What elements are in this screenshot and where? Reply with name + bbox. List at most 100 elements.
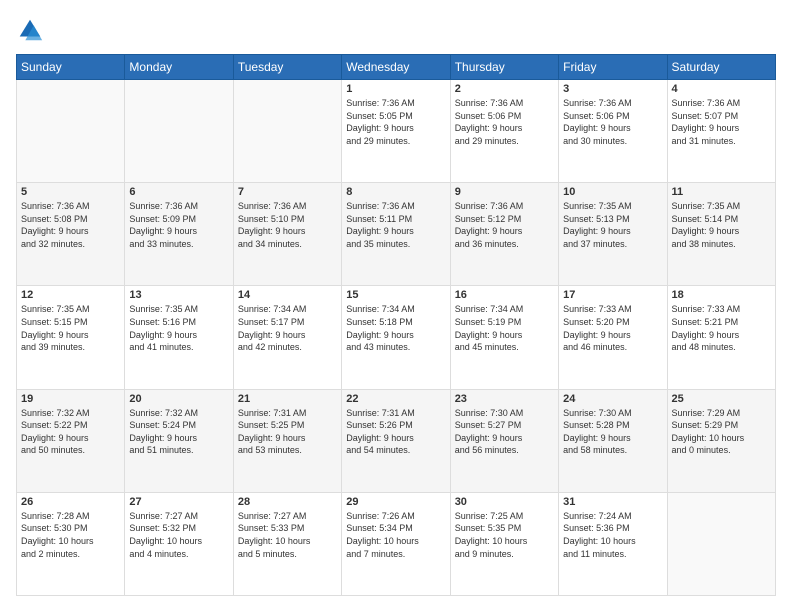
day-info: Sunrise: 7:36 AM Sunset: 5:06 PM Dayligh… — [455, 97, 554, 147]
day-number: 29 — [346, 496, 445, 508]
day-number: 9 — [455, 186, 554, 198]
day-info: Sunrise: 7:31 AM Sunset: 5:26 PM Dayligh… — [346, 407, 445, 457]
calendar-cell: 27Sunrise: 7:27 AM Sunset: 5:32 PM Dayli… — [125, 492, 233, 595]
calendar-cell — [17, 80, 125, 183]
weekday-header-thursday: Thursday — [450, 55, 558, 80]
calendar-cell: 30Sunrise: 7:25 AM Sunset: 5:35 PM Dayli… — [450, 492, 558, 595]
day-info: Sunrise: 7:30 AM Sunset: 5:28 PM Dayligh… — [563, 407, 662, 457]
day-number: 31 — [563, 496, 662, 508]
day-info: Sunrise: 7:33 AM Sunset: 5:21 PM Dayligh… — [672, 303, 771, 353]
day-info: Sunrise: 7:27 AM Sunset: 5:33 PM Dayligh… — [238, 510, 337, 560]
day-number: 20 — [129, 393, 228, 405]
day-number: 5 — [21, 186, 120, 198]
day-number: 1 — [346, 83, 445, 95]
weekday-header-sunday: Sunday — [17, 55, 125, 80]
calendar-cell: 24 Sunrise: 7:30 AM Sunset: 5:28 PM Dayli… — [559, 389, 667, 492]
day-info: Sunrise: 7:35 AM Sunset: 5:13 PM Dayligh… — [563, 200, 662, 250]
day-number: 10 — [563, 186, 662, 198]
calendar-header-row: SundayMondayTuesdayWednesdayThursdayFrid… — [17, 55, 776, 80]
day-number: 17 — [563, 289, 662, 301]
calendar-cell — [233, 80, 341, 183]
day-info: Sunrise: 7:33 AM Sunset: 5:20 PM Dayligh… — [563, 303, 662, 353]
calendar-week-1: 1 Sunrise: 7:36 AM Sunset: 5:05 PM Daylig… — [17, 80, 776, 183]
day-info: Sunrise: 7:25 AM Sunset: 5:35 PM Dayligh… — [455, 510, 554, 560]
day-number: 24 — [563, 393, 662, 405]
calendar-cell: 3 Sunrise: 7:36 AM Sunset: 5:06 PM Daylig… — [559, 80, 667, 183]
day-info: Sunrise: 7:35 AM Sunset: 5:15 PM Dayligh… — [21, 303, 120, 353]
day-info: Sunrise: 7:36 AM Sunset: 5:05 PM Dayligh… — [346, 97, 445, 147]
calendar-cell: 14Sunrise: 7:34 AM Sunset: 5:17 PM Dayli… — [233, 286, 341, 389]
day-number: 18 — [672, 289, 771, 301]
calendar-cell: 15Sunrise: 7:34 AM Sunset: 5:18 PM Dayli… — [342, 286, 450, 389]
day-info: Sunrise: 7:34 AM Sunset: 5:18 PM Dayligh… — [346, 303, 445, 353]
day-info: Sunrise: 7:30 AM Sunset: 5:27 PM Dayligh… — [455, 407, 554, 457]
day-info: Sunrise: 7:26 AM Sunset: 5:34 PM Dayligh… — [346, 510, 445, 560]
day-number: 8 — [346, 186, 445, 198]
day-number: 14 — [238, 289, 337, 301]
calendar-cell: 25Sunrise: 7:29 AM Sunset: 5:29 PM Dayli… — [667, 389, 775, 492]
logo-icon — [16, 16, 44, 44]
day-number: 3 — [563, 83, 662, 95]
calendar-cell: 20 Sunrise: 7:32 AM Sunset: 5:24 PM Dayli… — [125, 389, 233, 492]
calendar-cell: 26 Sunrise: 7:28 AM Sunset: 5:30 PM Dayli… — [17, 492, 125, 595]
day-info: Sunrise: 7:36 AM Sunset: 5:11 PM Dayligh… — [346, 200, 445, 250]
calendar-cell: 17 Sunrise: 7:33 AM Sunset: 5:20 PM Dayli… — [559, 286, 667, 389]
calendar-cell: 7 Sunrise: 7:36 AM Sunset: 5:10 PM Daylig… — [233, 183, 341, 286]
weekday-header-monday: Monday — [125, 55, 233, 80]
day-number: 12 — [21, 289, 120, 301]
calendar-cell: 10 Sunrise: 7:35 AM Sunset: 5:13 PM Dayli… — [559, 183, 667, 286]
day-number: 11 — [672, 186, 771, 198]
calendar-cell: 22Sunrise: 7:31 AM Sunset: 5:26 PM Dayli… — [342, 389, 450, 492]
day-number: 2 — [455, 83, 554, 95]
day-info: Sunrise: 7:36 AM Sunset: 5:10 PM Dayligh… — [238, 200, 337, 250]
weekday-header-saturday: Saturday — [667, 55, 775, 80]
day-number: 19 — [21, 393, 120, 405]
day-info: Sunrise: 7:32 AM Sunset: 5:22 PM Dayligh… — [21, 407, 120, 457]
calendar-cell: 23Sunrise: 7:30 AM Sunset: 5:27 PM Dayli… — [450, 389, 558, 492]
calendar-week-5: 26 Sunrise: 7:28 AM Sunset: 5:30 PM Dayli… — [17, 492, 776, 595]
calendar-cell: 16 Sunrise: 7:34 AM Sunset: 5:19 PM Dayli… — [450, 286, 558, 389]
calendar-cell: 1 Sunrise: 7:36 AM Sunset: 5:05 PM Daylig… — [342, 80, 450, 183]
calendar-cell — [667, 492, 775, 595]
calendar-cell: 6Sunrise: 7:36 AM Sunset: 5:09 PM Daylig… — [125, 183, 233, 286]
day-info: Sunrise: 7:24 AM Sunset: 5:36 PM Dayligh… — [563, 510, 662, 560]
calendar-cell — [125, 80, 233, 183]
calendar-cell: 11 Sunrise: 7:35 AM Sunset: 5:14 PM Dayli… — [667, 183, 775, 286]
logo — [16, 16, 48, 44]
day-info: Sunrise: 7:35 AM Sunset: 5:14 PM Dayligh… — [672, 200, 771, 250]
day-number: 21 — [238, 393, 337, 405]
calendar-table: SundayMondayTuesdayWednesdayThursdayFrid… — [16, 54, 776, 596]
day-info: Sunrise: 7:36 AM Sunset: 5:08 PM Dayligh… — [21, 200, 120, 250]
day-info: Sunrise: 7:31 AM Sunset: 5:25 PM Dayligh… — [238, 407, 337, 457]
day-number: 27 — [129, 496, 228, 508]
day-info: Sunrise: 7:32 AM Sunset: 5:24 PM Dayligh… — [129, 407, 228, 457]
calendar-week-2: 5 Sunrise: 7:36 AM Sunset: 5:08 PM Daylig… — [17, 183, 776, 286]
weekday-header-friday: Friday — [559, 55, 667, 80]
calendar-cell: 2 Sunrise: 7:36 AM Sunset: 5:06 PM Daylig… — [450, 80, 558, 183]
calendar-cell: 8 Sunrise: 7:36 AM Sunset: 5:11 PM Daylig… — [342, 183, 450, 286]
day-info: Sunrise: 7:28 AM Sunset: 5:30 PM Dayligh… — [21, 510, 120, 560]
day-number: 26 — [21, 496, 120, 508]
calendar-cell: 19 Sunrise: 7:32 AM Sunset: 5:22 PM Dayli… — [17, 389, 125, 492]
weekday-header-wednesday: Wednesday — [342, 55, 450, 80]
calendar-cell: 9Sunrise: 7:36 AM Sunset: 5:12 PM Daylig… — [450, 183, 558, 286]
calendar-cell: 21 Sunrise: 7:31 AM Sunset: 5:25 PM Dayli… — [233, 389, 341, 492]
header — [16, 16, 776, 44]
day-number: 7 — [238, 186, 337, 198]
day-number: 16 — [455, 289, 554, 301]
day-number: 6 — [129, 186, 228, 198]
day-number: 25 — [672, 393, 771, 405]
day-info: Sunrise: 7:35 AM Sunset: 5:16 PM Dayligh… — [129, 303, 228, 353]
calendar-week-4: 19 Sunrise: 7:32 AM Sunset: 5:22 PM Dayli… — [17, 389, 776, 492]
day-info: Sunrise: 7:34 AM Sunset: 5:19 PM Dayligh… — [455, 303, 554, 353]
calendar-week-3: 12 Sunrise: 7:35 AM Sunset: 5:15 PM Dayli… — [17, 286, 776, 389]
calendar-cell: 18 Sunrise: 7:33 AM Sunset: 5:21 PM Dayli… — [667, 286, 775, 389]
calendar-cell: 12 Sunrise: 7:35 AM Sunset: 5:15 PM Dayli… — [17, 286, 125, 389]
calendar-cell: 4Sunrise: 7:36 AM Sunset: 5:07 PM Daylig… — [667, 80, 775, 183]
day-number: 13 — [129, 289, 228, 301]
day-info: Sunrise: 7:36 AM Sunset: 5:06 PM Dayligh… — [563, 97, 662, 147]
calendar-cell: 28 Sunrise: 7:27 AM Sunset: 5:33 PM Dayli… — [233, 492, 341, 595]
day-number: 28 — [238, 496, 337, 508]
calendar-cell: 31 Sunrise: 7:24 AM Sunset: 5:36 PM Dayli… — [559, 492, 667, 595]
weekday-header-tuesday: Tuesday — [233, 55, 341, 80]
